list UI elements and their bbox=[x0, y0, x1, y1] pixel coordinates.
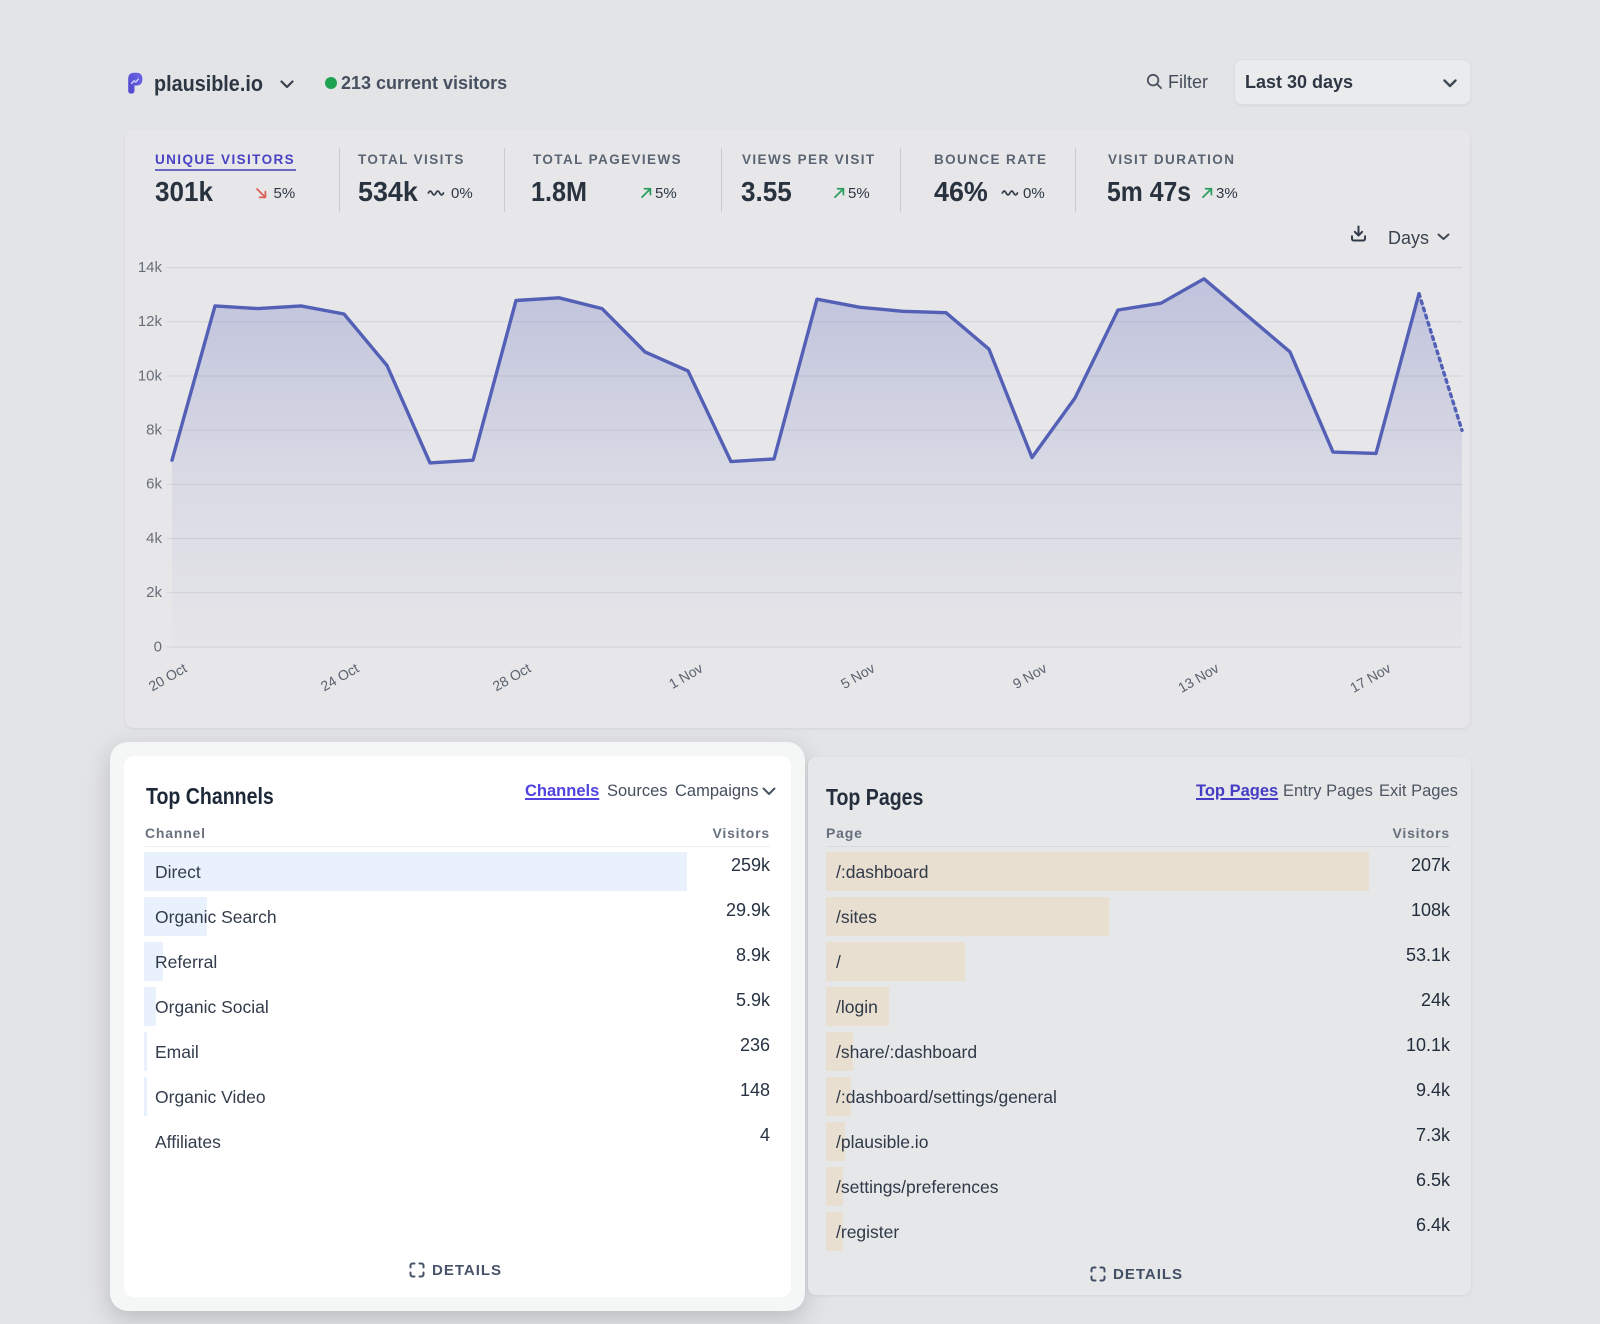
svg-text:12k: 12k bbox=[138, 313, 163, 330]
svg-text:14k: 14k bbox=[138, 259, 163, 276]
svg-text:0: 0 bbox=[154, 638, 162, 655]
svg-text:20 Oct: 20 Oct bbox=[146, 660, 190, 695]
svg-text:6k: 6k bbox=[146, 476, 162, 493]
svg-text:8k: 8k bbox=[146, 422, 162, 439]
svg-text:24 Oct: 24 Oct bbox=[318, 660, 362, 695]
svg-text:2k: 2k bbox=[146, 584, 162, 601]
svg-text:9 Nov: 9 Nov bbox=[1010, 660, 1050, 692]
svg-text:5 Nov: 5 Nov bbox=[838, 660, 878, 692]
svg-text:4k: 4k bbox=[146, 530, 162, 547]
svg-text:1 Nov: 1 Nov bbox=[666, 660, 706, 692]
svg-text:28 Oct: 28 Oct bbox=[490, 660, 534, 695]
svg-text:13 Nov: 13 Nov bbox=[1175, 660, 1221, 696]
svg-text:17 Nov: 17 Nov bbox=[1347, 660, 1393, 696]
svg-text:10k: 10k bbox=[138, 367, 163, 384]
